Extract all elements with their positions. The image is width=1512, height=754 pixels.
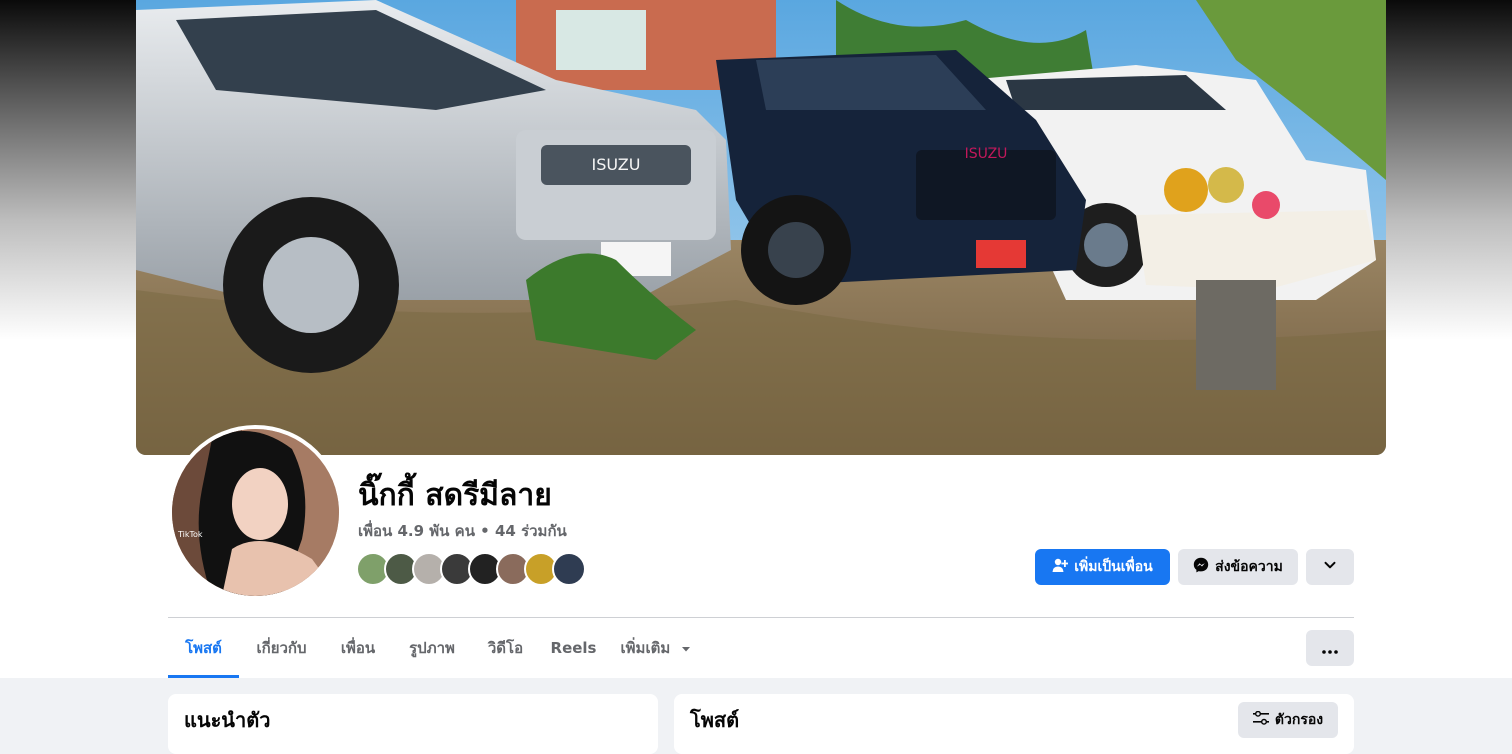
tab-label: เพื่อน: [340, 639, 376, 657]
svg-text:ISUZU: ISUZU: [965, 146, 1008, 162]
cover-photo[interactable]: ISUZU ISUZU: [136, 0, 1386, 455]
avatar-overlay-text: TikTok: [177, 530, 203, 539]
message-label: ส่งข้อความ: [1215, 559, 1283, 575]
intro-card: แนะนำตัว: [168, 694, 658, 754]
add-friend-label: เพิ่มเป็นเพื่อน: [1074, 559, 1153, 575]
chevron-down-icon: [1323, 558, 1337, 576]
tab-label: รูปภาพ: [409, 639, 455, 657]
posts-title: โพสต์: [690, 708, 740, 732]
tab-label: โพสต์: [185, 639, 222, 657]
tab-friends[interactable]: เพื่อน: [324, 618, 392, 678]
intro-title: แนะนำตัว: [184, 708, 271, 732]
ellipsis-icon: [1322, 639, 1338, 658]
profile-name: นิ๊กกี้ สดรีมีลาย: [358, 478, 552, 513]
tab-more[interactable]: เพิ่มเติม: [608, 618, 704, 678]
sliders-icon: [1252, 710, 1269, 729]
tab-videos[interactable]: วิดีโอ: [472, 618, 539, 678]
add-friend-button[interactable]: เพิ่มเป็นเพื่อน: [1035, 549, 1170, 585]
tab-label: เพิ่มเติม: [620, 639, 671, 657]
tab-posts[interactable]: โพสต์: [168, 618, 239, 678]
tab-label: วิดีโอ: [487, 639, 524, 657]
friends-count[interactable]: เพื่อน 4.9 พัน คน • 44 ร่วมกัน: [358, 520, 567, 542]
tab-more-options-button[interactable]: [1306, 630, 1354, 666]
cover-brand-text: ISUZU: [592, 155, 641, 174]
filter-label: ตัวกรอง: [1274, 712, 1324, 728]
messenger-icon: [1193, 557, 1209, 577]
profile-more-options-button[interactable]: [1306, 549, 1354, 585]
posts-card: โพสต์ ตัวกรอง: [674, 694, 1354, 754]
profile-avatar[interactable]: TikTok: [168, 425, 343, 600]
tab-label: เกี่ยวกับ: [256, 639, 307, 657]
tab-label: Reels: [550, 639, 597, 657]
tab-photos[interactable]: รูปภาพ: [392, 618, 472, 678]
message-button[interactable]: ส่งข้อความ: [1178, 549, 1298, 585]
person-add-icon: [1052, 557, 1069, 577]
tab-reels[interactable]: Reels: [539, 618, 608, 678]
caret-down-icon: [681, 619, 691, 679]
tab-about[interactable]: เกี่ยวกับ: [239, 618, 324, 678]
filter-button[interactable]: ตัวกรอง: [1238, 702, 1338, 738]
mutual-friend-avatar[interactable]: [552, 552, 586, 586]
